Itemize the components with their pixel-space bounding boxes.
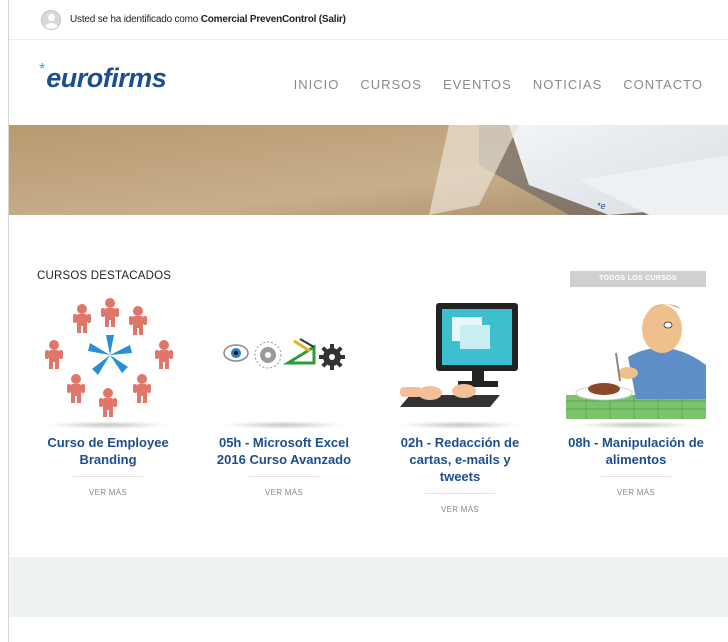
ver-mas-link[interactable]: VER MÁS — [441, 505, 479, 514]
login-user: Comercial PrevenControl — [200, 14, 317, 25]
user-avatar-icon — [41, 9, 61, 30]
ver-mas-link[interactable]: VER MÁS — [265, 488, 303, 497]
svg-text:*e: *e — [597, 201, 606, 211]
course-title[interactable]: Curso de Employee Branding — [33, 434, 183, 468]
course-card[interactable]: 08h - Manipulación de alimentos VER MÁS — [561, 295, 711, 500]
course-title[interactable]: 02h - Redacción de cartas, e-mails y twe… — [385, 434, 535, 485]
asterisk-star-icon: * — [39, 61, 46, 78]
hero-banner-image: *e — [9, 125, 728, 215]
ver-mas-link[interactable]: VER MÁS — [89, 488, 127, 497]
login-prefix: Usted se ha identificado como — [70, 14, 201, 25]
eurofirms-logo[interactable]: * eurofirms — [39, 61, 167, 94]
all-courses-button[interactable]: TODOS LOS CURSOS — [570, 271, 706, 287]
eye-gears-icon — [214, 295, 354, 423]
course-card[interactable]: Curso de Employee Branding VER MÁS — [33, 295, 183, 500]
site-header: * eurofirms INICIO CURSOS EVENTOS NOTICI… — [9, 41, 728, 125]
login-bar: Usted se ha identificado como Comercial … — [9, 0, 728, 40]
nav-item-noticias[interactable]: NOTICIAS — [533, 77, 602, 92]
course-card[interactable]: 05h - Microsoft Excel 2016 Curso Avanzad… — [209, 295, 359, 500]
logout-link[interactable]: (Salir) — [319, 14, 346, 25]
ver-mas-link[interactable]: VER MÁS — [617, 488, 655, 497]
section-title: CURSOS DESTACADOS — [37, 270, 172, 282]
divider — [249, 476, 319, 477]
nav-item-eventos[interactable]: EVENTOS — [443, 77, 512, 92]
course-card[interactable]: 02h - Redacción de cartas, e-mails y twe… — [385, 295, 535, 517]
nav-item-cursos[interactable]: CURSOS — [360, 77, 422, 92]
main-nav: INICIO CURSOS EVENTOS NOTICIAS CONTACTO — [294, 77, 703, 92]
computer-typing-icon — [390, 295, 530, 423]
course-title[interactable]: 05h - Microsoft Excel 2016 Curso Avanzad… — [209, 434, 359, 468]
people-network-icon — [38, 295, 178, 423]
divider — [73, 476, 143, 477]
page-frame: Usted se ha identificado como Comercial … — [8, 0, 728, 642]
nav-item-inicio[interactable]: INICIO — [294, 77, 340, 92]
divider — [425, 493, 495, 494]
footer-band — [9, 557, 728, 617]
course-title[interactable]: 08h - Manipulación de alimentos — [561, 434, 711, 468]
login-status: Usted se ha identificado como Comercial … — [70, 14, 346, 25]
man-eating-icon — [566, 295, 706, 423]
logo-text: eurofirms — [46, 63, 167, 93]
nav-item-contacto[interactable]: CONTACTO — [623, 77, 703, 92]
divider — [601, 476, 671, 477]
